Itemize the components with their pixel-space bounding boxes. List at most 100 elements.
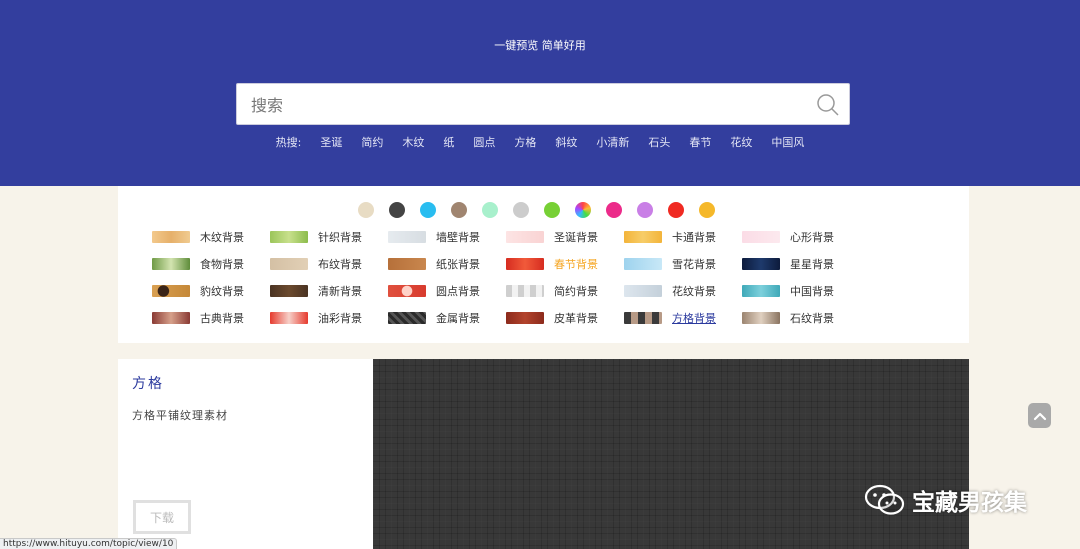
category-label: 中国背景 (790, 285, 834, 298)
category-grid: 木纹背景 针织背景 墙壁背景 圣诞背景 卡通背景 心形背景食物背景 布纹背景 纸张背景 春节背景… (152, 228, 860, 327)
category-item[interactable]: 油彩背景 (270, 309, 388, 327)
category-label: 星星背景 (790, 258, 834, 271)
category-thumbnail (742, 231, 780, 243)
category-thumbnail (624, 285, 662, 297)
category-label: 圆点背景 (436, 285, 480, 298)
category-item[interactable]: 春节背景 (506, 255, 624, 273)
hot-search-item[interactable]: 简约 (361, 134, 383, 150)
color-swatch[interactable] (482, 202, 498, 218)
category-item[interactable]: 卡通背景 (624, 228, 742, 246)
hot-search-bar: 热搜: 圣诞 简约 木纹 纸 圆点 方格 斜纹 小清新 石头 春节 花纹 中国风 (0, 134, 1080, 150)
category-label: 清新背景 (318, 285, 362, 298)
category-label: 木纹背景 (200, 231, 244, 244)
category-item[interactable]: 针织背景 (270, 228, 388, 246)
category-label: 针织背景 (318, 231, 362, 244)
category-label: 金属背景 (436, 312, 480, 325)
category-thumbnail (742, 312, 780, 324)
category-label: 古典背景 (200, 312, 244, 325)
wechat-icon (864, 484, 905, 515)
chevron-up-icon (1033, 412, 1046, 420)
hot-search-item[interactable]: 中国风 (771, 134, 804, 150)
category-item[interactable]: 中国背景 (742, 282, 860, 300)
detail-title: 方格 (132, 376, 164, 392)
hot-search-item[interactable]: 圣诞 (320, 134, 342, 150)
category-thumbnail (270, 312, 308, 324)
color-swatch[interactable] (451, 202, 467, 218)
color-swatch[interactable] (389, 202, 405, 218)
category-label: 春节背景 (554, 258, 598, 271)
scroll-to-top-button[interactable] (1028, 403, 1051, 428)
detail-panel: 方格 方格平铺纹理素材 下载 (118, 359, 373, 549)
category-thumbnail (388, 312, 426, 324)
color-swatch[interactable] (358, 202, 374, 218)
category-label: 皮革背景 (554, 312, 598, 325)
category-label: 食物背景 (200, 258, 244, 271)
color-swatch[interactable] (575, 202, 591, 218)
category-item[interactable]: 星星背景 (742, 255, 860, 273)
hot-search-item[interactable]: 木纹 (402, 134, 424, 150)
category-thumbnail (152, 258, 190, 270)
texture-preview (373, 359, 969, 549)
hot-search-item[interactable]: 春节 (689, 134, 711, 150)
category-item[interactable]: 简约背景 (506, 282, 624, 300)
color-swatch[interactable] (699, 202, 715, 218)
category-item[interactable]: 圆点背景 (388, 282, 506, 300)
hot-search-item[interactable]: 石头 (648, 134, 670, 150)
color-swatch[interactable] (637, 202, 653, 218)
hot-search-item[interactable]: 纸 (443, 134, 454, 150)
category-thumbnail (742, 285, 780, 297)
category-label: 雪花背景 (672, 258, 716, 271)
category-thumbnail (152, 285, 190, 297)
category-thumbnail (388, 285, 426, 297)
search-box[interactable] (236, 83, 850, 125)
category-thumbnail (506, 258, 544, 270)
category-thumbnail (742, 258, 780, 270)
hot-search-item[interactable]: 方格 (514, 134, 536, 150)
category-thumbnail (270, 231, 308, 243)
category-label: 纸张背景 (436, 258, 480, 271)
category-thumbnail (152, 231, 190, 243)
color-swatch[interactable] (513, 202, 529, 218)
category-item[interactable]: 木纹背景 (152, 228, 270, 246)
category-label: 墙壁背景 (436, 231, 480, 244)
category-item[interactable]: 花纹背景 (624, 282, 742, 300)
category-item[interactable]: 纸张背景 (388, 255, 506, 273)
category-item[interactable]: 古典背景 (152, 309, 270, 327)
category-item[interactable]: 豹纹背景 (152, 282, 270, 300)
category-label: 卡通背景 (672, 231, 716, 244)
hot-search-item[interactable]: 圆点 (473, 134, 495, 150)
hot-search-item[interactable]: 小清新 (596, 134, 629, 150)
category-label: 布纹背景 (318, 258, 362, 271)
category-label: 方格背景 (672, 312, 716, 325)
category-item[interactable]: 圣诞背景 (506, 228, 624, 246)
download-button[interactable]: 下载 (133, 500, 191, 534)
category-item[interactable]: 食物背景 (152, 255, 270, 273)
hot-search-item[interactable]: 花纹 (730, 134, 752, 150)
color-swatch[interactable] (668, 202, 684, 218)
category-item[interactable]: 布纹背景 (270, 255, 388, 273)
category-item[interactable]: 雪花背景 (624, 255, 742, 273)
hot-search-label: 热搜: (275, 136, 302, 149)
category-thumbnail (152, 312, 190, 324)
category-item[interactable]: 墙壁背景 (388, 228, 506, 246)
watermark-text: 宝藏男孩集 (912, 490, 1027, 516)
category-item[interactable]: 心形背景 (742, 228, 860, 246)
color-swatch[interactable] (420, 202, 436, 218)
category-item[interactable]: 皮革背景 (506, 309, 624, 327)
search-input[interactable] (251, 92, 811, 118)
color-swatch[interactable] (606, 202, 622, 218)
category-label: 圣诞背景 (554, 231, 598, 244)
category-thumbnail (624, 258, 662, 270)
hot-search-item[interactable]: 斜纹 (555, 134, 577, 150)
category-label: 心形背景 (790, 231, 834, 244)
category-item[interactable]: 清新背景 (270, 282, 388, 300)
category-item[interactable]: 金属背景 (388, 309, 506, 327)
header-banner: 一键预览 简单好用 热搜: 圣诞 简约 木纹 纸 圆点 方格 斜纹 小清新 石头… (0, 0, 1080, 186)
category-thumbnail (624, 231, 662, 243)
search-icon[interactable] (815, 92, 841, 118)
color-swatch[interactable] (544, 202, 560, 218)
category-item[interactable]: 方格背景 (624, 309, 742, 327)
category-thumbnail (624, 312, 662, 324)
category-item[interactable]: 石纹背景 (742, 309, 860, 327)
watermark: 宝藏男孩集 (864, 482, 1027, 518)
